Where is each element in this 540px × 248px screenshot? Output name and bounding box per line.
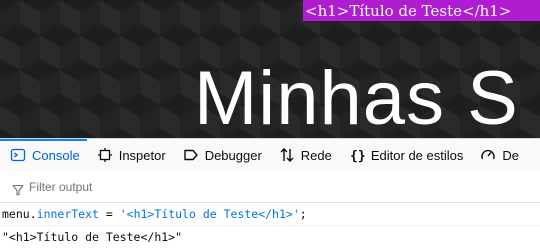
tab-label: Debugger — [204, 147, 262, 163]
debugger-icon — [183, 147, 199, 163]
console-output: menu.innerText = '<h1>Título de Teste</h… — [0, 203, 540, 248]
console-result: "<h1>Título de Teste</h1>" — [2, 230, 183, 244]
element-highlight-label: <h1>Título de Teste</h1> — [303, 0, 540, 21]
console-result-line: "<h1>Título de Teste</h1>" — [0, 226, 540, 248]
tab-label: De — [502, 147, 519, 163]
svg-text:{}: {} — [350, 149, 365, 163]
tab-debugger[interactable]: Debugger — [173, 139, 269, 171]
tab-label: Rede — [300, 147, 332, 163]
code-operator: = — [98, 207, 120, 221]
code-property: innerText — [36, 207, 99, 221]
devtools-toolbar: Console Inspetor Debugger Rede {} Editor — [0, 139, 540, 172]
page-viewport: <h1>Título de Teste</h1> Minhas S — [0, 0, 540, 138]
performance-icon — [480, 147, 496, 163]
tab-performance[interactable]: De — [470, 139, 526, 171]
inspector-icon — [97, 147, 113, 163]
network-icon — [279, 147, 295, 163]
filter-output-input[interactable] — [29, 179, 509, 194]
code-string: '<h1>Título de Teste</h1>' — [119, 207, 300, 221]
console-icon — [10, 147, 26, 163]
tab-style-editor[interactable]: {} Editor de estilos — [339, 139, 471, 171]
tab-label: Editor de estilos — [370, 147, 464, 163]
style-editor-icon: {} — [349, 147, 365, 163]
code-semicolon: ; — [299, 207, 307, 221]
code-dot: . — [29, 207, 37, 221]
tab-label: Inspetor — [118, 147, 166, 163]
hero-title: Minhas S — [194, 56, 519, 138]
tab-console[interactable]: Console — [0, 139, 87, 171]
filter-icon — [12, 181, 24, 196]
tab-inspector[interactable]: Inspetor — [87, 139, 173, 171]
devtools-panel: Console Inspetor Debugger Rede {} Editor — [0, 138, 540, 247]
code-object: menu — [2, 207, 30, 221]
console-input-line: menu.innerText = '<h1>Título de Teste</h… — [0, 203, 540, 226]
tab-network[interactable]: Rede — [269, 139, 339, 171]
filter-bar — [0, 171, 540, 203]
tab-label: Console — [32, 147, 80, 163]
